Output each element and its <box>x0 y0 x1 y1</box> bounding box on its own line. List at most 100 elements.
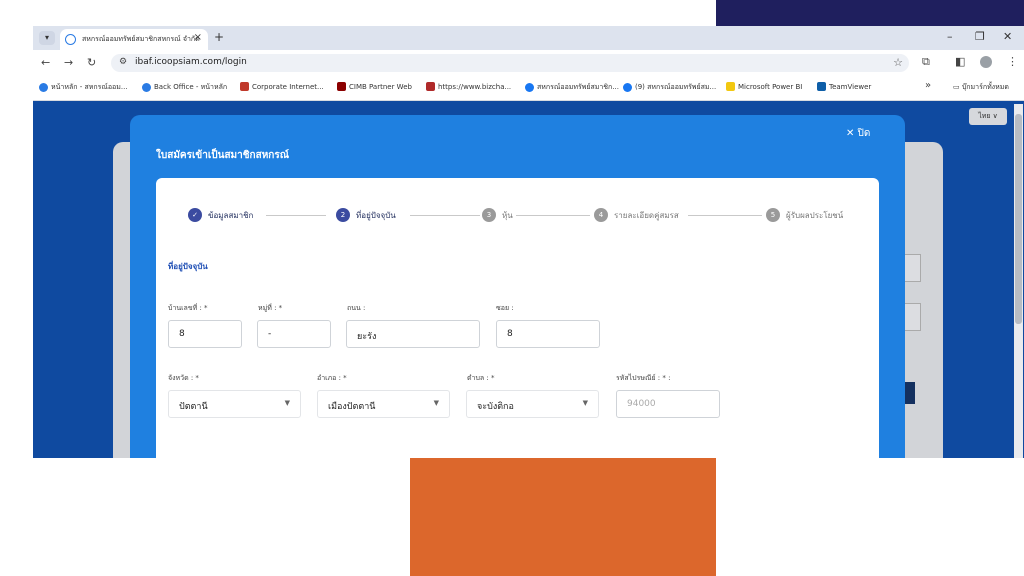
page-viewport: ไทย ∨ ใบสมัครเข้าเป็นสมาชิกสหกรณ์ ✕ ปิด … <box>33 101 1024 458</box>
field-value: ยะรัง <box>357 332 377 342</box>
step-current-address[interactable]: 2 ที่อยู่ปัจจุบัน <box>336 208 396 222</box>
soi-input[interactable]: 8 <box>496 320 600 348</box>
bookmark-favicon-icon <box>623 83 632 92</box>
step-number: 4 <box>594 208 608 222</box>
postcode-input[interactable]: 94000 <box>616 390 720 418</box>
province-select[interactable]: ปัตตานี ▼ <box>168 390 301 418</box>
bookmark-item[interactable]: หน้าหลัก - สหกรณ์ออม... <box>39 82 128 93</box>
bookmark-label: Corporate Internet... <box>252 82 324 91</box>
url-text: ibaf.icoopsiam.com/login <box>135 57 247 67</box>
bookmark-label: สหกรณ์ออมทรัพย์สมาชิก... <box>537 83 619 91</box>
all-bookmarks-label: บุ๊กมาร์กทั้งหมด <box>961 83 1009 91</box>
bookmark-label: https://www.bizcha... <box>438 82 512 91</box>
language-selector[interactable]: ไทย ∨ <box>969 108 1007 125</box>
bookmark-favicon-icon <box>337 82 346 91</box>
dropdown-caret-icon: ▼ <box>433 399 439 407</box>
bookmark-label: หน้าหลัก - สหกรณ์ออม... <box>51 83 128 91</box>
house-no-input[interactable]: 8 <box>168 320 242 348</box>
section-title: ที่อยู่ปัจจุบัน <box>168 262 208 271</box>
step-number: 5 <box>766 208 780 222</box>
tab-strip: ▾ สหกรณ์ออมทรัพย์สมาชิกสหกรณ์ จำกัด × + … <box>33 26 1024 50</box>
field-value: 8 <box>179 329 185 339</box>
field-placeholder: 94000 <box>627 399 656 409</box>
soi-label: ซอย : <box>496 304 514 312</box>
road-input[interactable]: ยะรัง <box>346 320 480 348</box>
restore-button[interactable]: ❐ <box>975 30 985 43</box>
step-member-info[interactable]: ✓ ข้อมูลสมาชิก <box>188 208 253 222</box>
bookmark-favicon-icon <box>426 82 435 91</box>
site-info-icon[interactable]: ⚙ <box>119 57 127 67</box>
bookmark-item[interactable]: สหกรณ์ออมทรัพย์สมาชิก... <box>525 82 619 93</box>
forward-icon[interactable]: → <box>64 56 73 69</box>
bookmark-favicon-icon <box>142 83 151 92</box>
step-label: หุ้น <box>502 210 513 220</box>
bookmark-item[interactable]: https://www.bizcha... <box>426 82 511 91</box>
step-label: ผู้รับผลประโยชน์ <box>786 210 844 220</box>
new-tab-button[interactable]: + <box>214 30 224 44</box>
district-label: อำเภอ : * <box>317 374 347 382</box>
bookmark-item[interactable]: TeamViewer <box>817 82 871 91</box>
profile-avatar[interactable] <box>980 56 992 68</box>
subdistrict-select[interactable]: จะบังติกอ ▼ <box>466 390 599 418</box>
reload-icon[interactable]: ↻ <box>87 56 96 69</box>
browser-tab[interactable]: สหกรณ์ออมทรัพย์สมาชิกสหกรณ์ จำกัด × <box>60 29 208 50</box>
bookmark-label: Microsoft Power BI <box>738 82 803 91</box>
house-no-label: บ้านเลขที่ : * <box>168 304 208 312</box>
bookmark-star-icon[interactable]: ☆ <box>893 56 903 69</box>
bookmark-item[interactable]: Back Office - หน้าหลัก <box>142 82 227 93</box>
field-value: ปัตตานี <box>179 402 208 412</box>
tab-title: สหกรณ์ออมทรัพย์สมาชิกสหกรณ์ จำกัด <box>82 35 200 43</box>
step-shares[interactable]: 3 หุ้น <box>482 208 513 222</box>
step-label: ข้อมูลสมาชิก <box>208 210 254 220</box>
step-connector <box>266 215 326 216</box>
address-bar[interactable]: ⚙ ibaf.icoopsiam.com/login ☆ <box>111 54 909 72</box>
bookmark-item[interactable]: (9) สหกรณ์ออมทรัพย์สม... <box>623 82 716 93</box>
subdistrict-label: ตำบล : * <box>467 374 495 382</box>
step-connector <box>516 215 590 216</box>
step-label: ที่อยู่ปัจจุบัน <box>356 210 396 220</box>
road-label: ถนน : <box>347 304 366 312</box>
bookmark-item[interactable]: CIMB Partner Web <box>337 82 412 91</box>
form-panel: ✓ ข้อมูลสมาชิก 2 ที่อยู่ปัจจุบัน 3 หุ้น … <box>156 178 879 458</box>
bookmark-label: TeamViewer <box>829 82 872 91</box>
bookmark-favicon-icon <box>817 82 826 91</box>
step-label: รายละเอียดคู่สมรส <box>614 210 679 220</box>
bookmark-item[interactable]: Corporate Internet... <box>240 82 324 91</box>
tab-search-menu[interactable]: ▾ <box>39 31 55 45</box>
browser-window: ▾ สหกรณ์ออมทรัพย์สมาชิกสหกรณ์ จำกัด × + … <box>33 26 1024 458</box>
bookmark-label: Back Office - หน้าหลัก <box>154 83 228 91</box>
extensions-icon[interactable]: ⧉ <box>922 55 930 69</box>
postcode-label: รหัสไปรษณีย์ : * : <box>616 374 671 382</box>
step-spouse-details[interactable]: 4 รายละเอียดคู่สมรส <box>594 208 679 222</box>
check-icon: ✓ <box>188 208 202 222</box>
dropdown-caret-icon: ▼ <box>582 399 588 407</box>
step-connector <box>688 215 762 216</box>
bookmark-favicon-icon <box>240 82 249 91</box>
district-select[interactable]: เมืองปัตตานี ▼ <box>317 390 450 418</box>
close-tab-icon[interactable]: × <box>194 32 202 43</box>
decorative-navy-block <box>716 0 1024 26</box>
close-window-button[interactable]: ✕ <box>1003 30 1012 43</box>
membership-modal: ใบสมัครเข้าเป็นสมาชิกสหกรณ์ ✕ ปิด ✓ ข้อม… <box>130 115 905 458</box>
step-number: 2 <box>336 208 350 222</box>
bookmark-item[interactable]: Microsoft Power BI <box>726 82 802 91</box>
scrollbar-thumb[interactable] <box>1015 114 1022 324</box>
page-scrollbar[interactable] <box>1014 104 1023 458</box>
field-value: เมืองปัตตานี <box>328 402 376 412</box>
all-bookmarks-folder[interactable]: ▭ บุ๊กมาร์กทั้งหมด <box>953 82 1009 93</box>
side-panel-icon[interactable]: ◧ <box>955 55 965 68</box>
more-menu-icon[interactable]: ⋮ <box>1007 55 1018 68</box>
moo-input[interactable]: - <box>257 320 331 348</box>
province-label: จังหวัด : * <box>168 374 199 382</box>
bookmarks-bar: หน้าหลัก - สหกรณ์ออม... Back Office - หน… <box>33 76 1024 101</box>
modal-close-button[interactable]: ✕ ปิด <box>846 126 870 141</box>
step-connector <box>410 215 480 216</box>
more-bookmarks-icon[interactable]: » <box>925 80 931 91</box>
field-value: - <box>268 329 272 339</box>
field-value: 8 <box>507 329 513 339</box>
site-favicon-icon <box>65 34 76 45</box>
step-beneficiary[interactable]: 5 ผู้รับผลประโยชน์ <box>766 208 843 222</box>
step-number: 3 <box>482 208 496 222</box>
minimize-button[interactable]: – <box>947 30 953 43</box>
back-icon[interactable]: ← <box>41 56 50 69</box>
